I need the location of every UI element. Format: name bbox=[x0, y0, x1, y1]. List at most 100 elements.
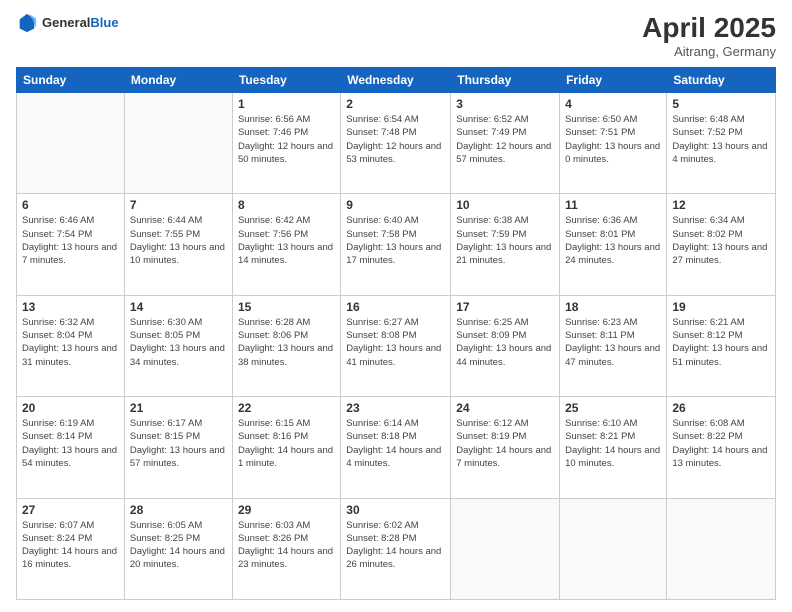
col-wednesday: Wednesday bbox=[341, 68, 451, 93]
day-detail: Sunrise: 6:03 AMSunset: 8:26 PMDaylight:… bbox=[238, 519, 335, 572]
day-number: 14 bbox=[130, 300, 227, 314]
month-title: April 2025 bbox=[642, 12, 776, 44]
day-number: 28 bbox=[130, 503, 227, 517]
day-detail: Sunrise: 6:07 AMSunset: 8:24 PMDaylight:… bbox=[22, 519, 119, 572]
location: Aitrang, Germany bbox=[642, 44, 776, 59]
table-row: 20Sunrise: 6:19 AMSunset: 8:14 PMDayligh… bbox=[17, 397, 125, 498]
table-row: 17 Sunrise: 6:25 AMSunset: 8:09 PMDayligh… bbox=[451, 295, 560, 396]
day-detail: Sunrise: 6:56 AMSunset: 7:46 PMDaylight:… bbox=[238, 113, 335, 166]
col-sunday: Sunday bbox=[17, 68, 125, 93]
logo-blue: Blue bbox=[90, 15, 118, 30]
day-detail: Sunrise: 6:48 AMSunset: 7:52 PMDaylight:… bbox=[672, 113, 770, 166]
table-row: 15 Sunrise: 6:28 AMSunset: 8:06 PMDayligh… bbox=[232, 295, 340, 396]
calendar-header-row: Sunday Monday Tuesday Wednesday Thursday… bbox=[17, 68, 776, 93]
day-number: 8 bbox=[238, 198, 335, 212]
table-row bbox=[451, 498, 560, 599]
day-number: 9 bbox=[346, 198, 445, 212]
day-number: 19 bbox=[672, 300, 770, 314]
day-number: 29 bbox=[238, 503, 335, 517]
table-row: 28 Sunrise: 6:05 AMSunset: 8:25 PMDayligh… bbox=[124, 498, 232, 599]
day-number: 5 bbox=[672, 97, 770, 111]
day-detail: Sunrise: 6:17 AMSunset: 8:15 PMDaylight:… bbox=[130, 417, 227, 470]
day-number: 15 bbox=[238, 300, 335, 314]
table-row: 11Sunrise: 6:36 AMSunset: 8:01 PMDayligh… bbox=[560, 194, 667, 295]
table-row: 3 Sunrise: 6:52 AMSunset: 7:49 PMDaylight… bbox=[451, 93, 560, 194]
day-detail: Sunrise: 6:25 AMSunset: 8:09 PMDaylight:… bbox=[456, 316, 554, 369]
table-row: 14 Sunrise: 6:30 AMSunset: 8:05 PMDayligh… bbox=[124, 295, 232, 396]
day-detail: Sunrise: 6:30 AMSunset: 8:05 PMDaylight:… bbox=[130, 316, 227, 369]
table-row: 1 Sunrise: 6:56 AMSunset: 7:46 PMDaylight… bbox=[232, 93, 340, 194]
day-number: 11 bbox=[565, 198, 661, 212]
day-detail: Sunrise: 6:40 AMSunset: 7:58 PMDaylight:… bbox=[346, 214, 445, 267]
page: GeneralBlue April 2025 Aitrang, Germany … bbox=[0, 0, 792, 612]
day-detail: Sunrise: 6:42 AMSunset: 7:56 PMDaylight:… bbox=[238, 214, 335, 267]
day-detail: Sunrise: 6:46 AMSunset: 7:54 PMDaylight:… bbox=[22, 214, 119, 267]
day-detail: Sunrise: 6:08 AMSunset: 8:22 PMDaylight:… bbox=[672, 417, 770, 470]
day-number: 3 bbox=[456, 97, 554, 111]
day-detail: Sunrise: 6:32 AMSunset: 8:04 PMDaylight:… bbox=[22, 316, 119, 369]
day-detail: Sunrise: 6:02 AMSunset: 8:28 PMDaylight:… bbox=[346, 519, 445, 572]
calendar-week-row: 6 Sunrise: 6:46 AMSunset: 7:54 PMDaylight… bbox=[17, 194, 776, 295]
table-row: 2 Sunrise: 6:54 AMSunset: 7:48 PMDaylight… bbox=[341, 93, 451, 194]
calendar-week-row: 1 Sunrise: 6:56 AMSunset: 7:46 PMDaylight… bbox=[17, 93, 776, 194]
table-row: 12 Sunrise: 6:34 AMSunset: 8:02 PMDayligh… bbox=[667, 194, 776, 295]
col-thursday: Thursday bbox=[451, 68, 560, 93]
day-number: 18 bbox=[565, 300, 661, 314]
table-row bbox=[124, 93, 232, 194]
day-number: 26 bbox=[672, 401, 770, 415]
logo: GeneralBlue bbox=[16, 12, 119, 34]
table-row: 19Sunrise: 6:21 AMSunset: 8:12 PMDayligh… bbox=[667, 295, 776, 396]
day-detail: Sunrise: 6:10 AMSunset: 8:21 PMDaylight:… bbox=[565, 417, 661, 470]
table-row: 24 Sunrise: 6:12 AMSunset: 8:19 PMDayligh… bbox=[451, 397, 560, 498]
table-row: 30Sunrise: 6:02 AMSunset: 8:28 PMDayligh… bbox=[341, 498, 451, 599]
day-number: 24 bbox=[456, 401, 554, 415]
col-tuesday: Tuesday bbox=[232, 68, 340, 93]
day-detail: Sunrise: 6:28 AMSunset: 8:06 PMDaylight:… bbox=[238, 316, 335, 369]
table-row: 13 Sunrise: 6:32 AMSunset: 8:04 PMDayligh… bbox=[17, 295, 125, 396]
day-number: 2 bbox=[346, 97, 445, 111]
day-number: 22 bbox=[238, 401, 335, 415]
day-detail: Sunrise: 6:34 AMSunset: 8:02 PMDaylight:… bbox=[672, 214, 770, 267]
day-number: 1 bbox=[238, 97, 335, 111]
day-number: 4 bbox=[565, 97, 661, 111]
table-row: 9 Sunrise: 6:40 AMSunset: 7:58 PMDaylight… bbox=[341, 194, 451, 295]
table-row: 25 Sunrise: 6:10 AMSunset: 8:21 PMDayligh… bbox=[560, 397, 667, 498]
title-block: April 2025 Aitrang, Germany bbox=[642, 12, 776, 59]
day-detail: Sunrise: 6:52 AMSunset: 7:49 PMDaylight:… bbox=[456, 113, 554, 166]
day-number: 6 bbox=[22, 198, 119, 212]
table-row bbox=[560, 498, 667, 599]
day-detail: Sunrise: 6:15 AMSunset: 8:16 PMDaylight:… bbox=[238, 417, 335, 470]
table-row: 21 Sunrise: 6:17 AMSunset: 8:15 PMDayligh… bbox=[124, 397, 232, 498]
table-row bbox=[667, 498, 776, 599]
table-row: 6 Sunrise: 6:46 AMSunset: 7:54 PMDaylight… bbox=[17, 194, 125, 295]
calendar-week-row: 20Sunrise: 6:19 AMSunset: 8:14 PMDayligh… bbox=[17, 397, 776, 498]
table-row: 8 Sunrise: 6:42 AMSunset: 7:56 PMDaylight… bbox=[232, 194, 340, 295]
table-row: 29 Sunrise: 6:03 AMSunset: 8:26 PMDayligh… bbox=[232, 498, 340, 599]
day-detail: Sunrise: 6:50 AMSunset: 7:51 PMDaylight:… bbox=[565, 113, 661, 166]
calendar-table: Sunday Monday Tuesday Wednesday Thursday… bbox=[16, 67, 776, 600]
day-detail: Sunrise: 6:12 AMSunset: 8:19 PMDaylight:… bbox=[456, 417, 554, 470]
day-number: 23 bbox=[346, 401, 445, 415]
table-row: 5 Sunrise: 6:48 AMSunset: 7:52 PMDaylight… bbox=[667, 93, 776, 194]
day-number: 13 bbox=[22, 300, 119, 314]
logo-general: General bbox=[42, 15, 90, 30]
header: GeneralBlue April 2025 Aitrang, Germany bbox=[16, 12, 776, 59]
day-detail: Sunrise: 6:05 AMSunset: 8:25 PMDaylight:… bbox=[130, 519, 227, 572]
day-number: 21 bbox=[130, 401, 227, 415]
day-number: 25 bbox=[565, 401, 661, 415]
table-row: 26 Sunrise: 6:08 AMSunset: 8:22 PMDayligh… bbox=[667, 397, 776, 498]
col-friday: Friday bbox=[560, 68, 667, 93]
logo-icon bbox=[16, 12, 38, 34]
day-number: 12 bbox=[672, 198, 770, 212]
day-number: 20 bbox=[22, 401, 119, 415]
table-row: 16Sunrise: 6:27 AMSunset: 8:08 PMDayligh… bbox=[341, 295, 451, 396]
table-row bbox=[17, 93, 125, 194]
day-number: 10 bbox=[456, 198, 554, 212]
calendar-week-row: 13 Sunrise: 6:32 AMSunset: 8:04 PMDayligh… bbox=[17, 295, 776, 396]
day-detail: Sunrise: 6:54 AMSunset: 7:48 PMDaylight:… bbox=[346, 113, 445, 166]
calendar-week-row: 27Sunrise: 6:07 AMSunset: 8:24 PMDayligh… bbox=[17, 498, 776, 599]
table-row: 4 Sunrise: 6:50 AMSunset: 7:51 PMDaylight… bbox=[560, 93, 667, 194]
day-number: 17 bbox=[456, 300, 554, 314]
day-number: 16 bbox=[346, 300, 445, 314]
table-row: 22 Sunrise: 6:15 AMSunset: 8:16 PMDayligh… bbox=[232, 397, 340, 498]
